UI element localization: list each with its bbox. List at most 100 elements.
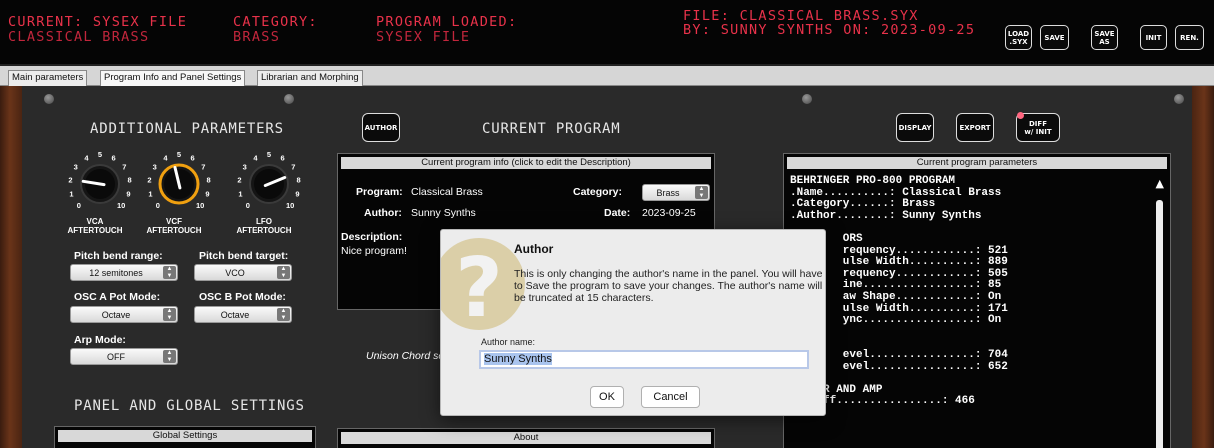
init-button[interactable]: INIT — [1140, 25, 1167, 50]
osc-a-pot-mode-value: Octave — [101, 310, 131, 320]
knob-scale-tick: 4 — [253, 153, 258, 162]
current-program-title: CURRENT PROGRAM — [482, 121, 621, 137]
lfo-aftertouch-label: LFO AFTERTOUCH — [229, 217, 299, 235]
select-arrows-icon: ▲ ▼ — [163, 266, 176, 279]
osc-b-pot-mode-value: Octave — [220, 310, 250, 320]
global-settings-box: Global Settings — [54, 426, 316, 448]
save-button[interactable]: SAVE — [1040, 25, 1069, 50]
about-header: About — [341, 432, 711, 444]
lcd-category-value: BRASS — [233, 29, 281, 45]
knob-scale-tick: 2 — [147, 175, 151, 184]
osc-b-pot-mode-label: OSC B Pot Mode: — [199, 291, 286, 303]
knob-scale-tick: 9 — [295, 189, 299, 198]
vcf-label-line2: AFTERTOUCH — [146, 226, 202, 235]
screw-icon — [1174, 94, 1184, 104]
arp-mode-label: Arp Mode: — [74, 334, 126, 346]
scrollbar-thumb[interactable] — [1156, 200, 1163, 448]
pitch-bend-target-label: Pitch bend target: — [199, 250, 289, 262]
description-key: Description: — [341, 231, 403, 243]
parameter-line: BEHRINGER PRO-800 PROGRAM — [790, 175, 956, 187]
aftertouch-knob[interactable]: 01 234 5 678 910 — [68, 150, 131, 210]
aftertouch-knob-group: 01234 5 678910 01234 5 678910 01234 5 678910 — [68, 150, 300, 210]
init-button-label: INIT — [1145, 33, 1162, 42]
lfo-label-line1: LFO — [256, 217, 272, 226]
knob-scale-tick: 10 — [286, 201, 294, 210]
ok-button[interactable]: OK — [590, 386, 624, 408]
screw-icon — [802, 94, 812, 104]
select-arrows-icon: ▲ ▼ — [277, 308, 290, 321]
select-arrows-icon: ▲ ▼ — [277, 266, 290, 279]
category-select[interactable]: Brass ▲ ▼ — [642, 184, 710, 201]
diff-indicator-icon — [1017, 112, 1024, 119]
program-parameters-header: Current program parameters — [787, 157, 1167, 169]
knob-scale-tick: 3 — [243, 162, 247, 171]
knob-scale-tick: 5 — [177, 150, 181, 159]
osc-a-pot-mode-label: OSC A Pot Mode: — [74, 291, 161, 303]
pitch-bend-range-select[interactable]: 12 semitones ▲ ▼ — [70, 264, 178, 281]
ok-button-label: OK — [599, 391, 615, 403]
knob-scale-tick: 4 — [84, 153, 89, 162]
rename-button[interactable]: REN. — [1175, 25, 1204, 50]
aftertouch-knob[interactable]: 01 234 5 678 910 — [147, 150, 210, 210]
knob-scale-tick: 9 — [126, 189, 130, 198]
osc-a-pot-mode-select[interactable]: Octave ▲ ▼ — [70, 306, 178, 323]
pitch-bend-range-value: 12 semitones — [89, 268, 143, 278]
author-key: Author: — [364, 207, 402, 219]
cancel-button[interactable]: Cancel — [641, 386, 700, 408]
arp-mode-select[interactable]: OFF ▲ ▼ — [70, 348, 178, 365]
description-value: Nice program! — [341, 245, 407, 257]
vca-aftertouch-label: VCA AFTERTOUCH — [60, 217, 130, 235]
additional-parameters-title: ADDITIONAL PARAMETERS — [90, 121, 284, 137]
osc-b-pot-mode-select[interactable]: Octave ▲ ▼ — [194, 306, 292, 323]
display-button[interactable]: DISPLAY — [896, 113, 934, 142]
global-settings-header: Global Settings — [58, 430, 312, 442]
lcd-category-label: CATEGORY: — [233, 14, 318, 30]
aftertouch-knob[interactable]: 01 234 5 678 910 — [237, 150, 300, 210]
wood-side-right — [1192, 86, 1214, 448]
tab-librarian[interactable]: Librarian and Morphing — [257, 70, 363, 86]
author-name-label: Author name: — [481, 337, 536, 347]
program-value: Classical Brass — [411, 186, 483, 198]
lcd-display-bar: CURRENT: SYSEX FILE CLASSICAL BRASS CATE… — [0, 0, 1214, 66]
diff-line1: DIFF — [1029, 119, 1047, 128]
author-button-label: AUTHOR — [364, 123, 398, 132]
select-arrows-icon: ▲ ▼ — [163, 308, 176, 321]
knob-scale-tick: 6 — [112, 153, 116, 162]
save-as-button[interactable]: SAVE AS — [1091, 25, 1118, 50]
arp-mode-value: OFF — [107, 352, 125, 362]
knob-scale-tick: 2 — [68, 175, 72, 184]
knob-scale-tick: 1 — [69, 189, 73, 198]
scroll-up-icon[interactable]: ▲ — [1156, 177, 1164, 190]
export-button[interactable]: EXPORT — [956, 113, 994, 142]
knob-scale-tick: 7 — [122, 162, 126, 171]
dialog-message: This is only changing the author's name … — [514, 268, 823, 304]
knob-scale-tick: 1 — [148, 189, 152, 198]
knob-scale-tick: 10 — [117, 201, 125, 210]
vcf-label-line1: VCF — [166, 217, 182, 226]
knob-scale-tick: 7 — [291, 162, 295, 171]
panel-global-title: PANEL AND GLOBAL SETTINGS — [74, 398, 305, 414]
knob-scale-tick: 6 — [191, 153, 195, 162]
date-value: 2023-09-25 — [642, 207, 696, 219]
knob-scale-tick: 3 — [74, 162, 78, 171]
cancel-button-label: Cancel — [653, 391, 688, 403]
knob-scale-tick: 7 — [201, 162, 205, 171]
knob-scale-tick: 8 — [297, 175, 301, 184]
tab-program-info[interactable]: Program Info and Panel Settings — [100, 70, 246, 86]
knob-scale-tick: 6 — [281, 153, 285, 162]
knob-scale-tick: 0 — [246, 201, 250, 210]
pitch-bend-target-select[interactable]: VCO ▲ ▼ — [194, 264, 292, 281]
load-syx-button[interactable]: LOAD .SYX — [1005, 25, 1032, 50]
knob-scale-tick: 8 — [207, 175, 211, 184]
rename-button-label: REN. — [1180, 33, 1199, 42]
knob-scale-tick: 5 — [98, 150, 102, 159]
screw-icon — [44, 94, 54, 104]
vcf-aftertouch-label: VCF AFTERTOUCH — [139, 217, 209, 235]
current-program-info-header: Current program info (click to edit the … — [341, 157, 711, 169]
tab-main-parameters[interactable]: Main parameters — [8, 70, 88, 86]
author-button[interactable]: AUTHOR — [362, 113, 400, 142]
knob-scale-tick: 8 — [128, 175, 132, 184]
lcd-program-loaded-label: PROGRAM LOADED: — [376, 14, 518, 30]
pitch-bend-range-label: Pitch bend range: — [74, 250, 163, 262]
author-name-input[interactable]: Sunny Synths — [479, 350, 809, 369]
